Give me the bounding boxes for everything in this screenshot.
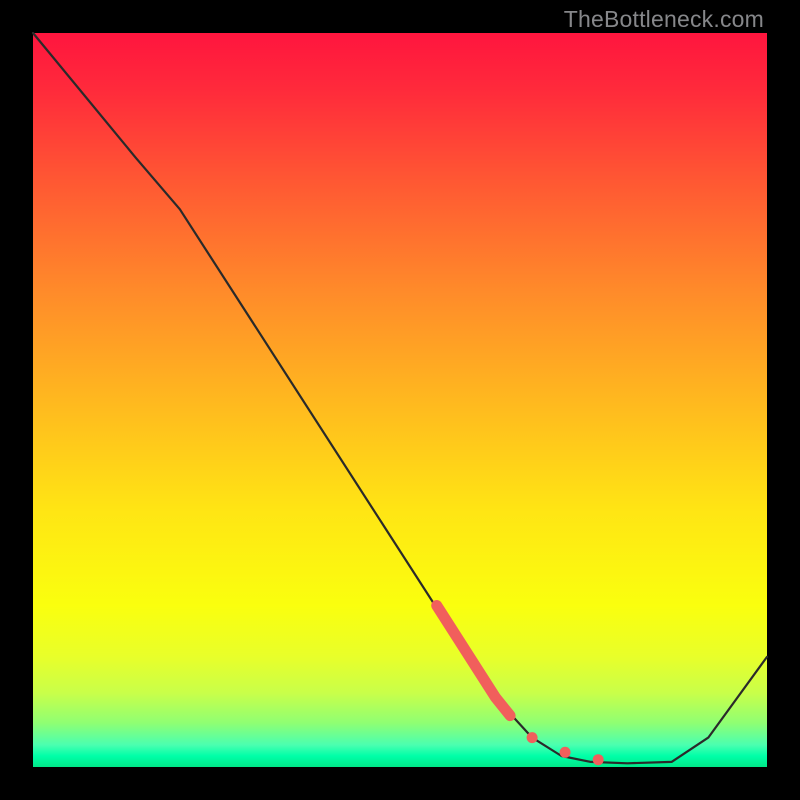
chart-overlay [33,33,767,767]
marker-dot [593,754,604,765]
marker-dots [527,732,604,765]
bottleneck-curve [33,33,767,763]
marker-dot [560,747,571,758]
chart-container: TheBottleneck.com [0,0,800,800]
marker-dot [527,732,538,743]
watermark-text: TheBottleneck.com [564,6,764,33]
highlight-segment [437,606,510,716]
